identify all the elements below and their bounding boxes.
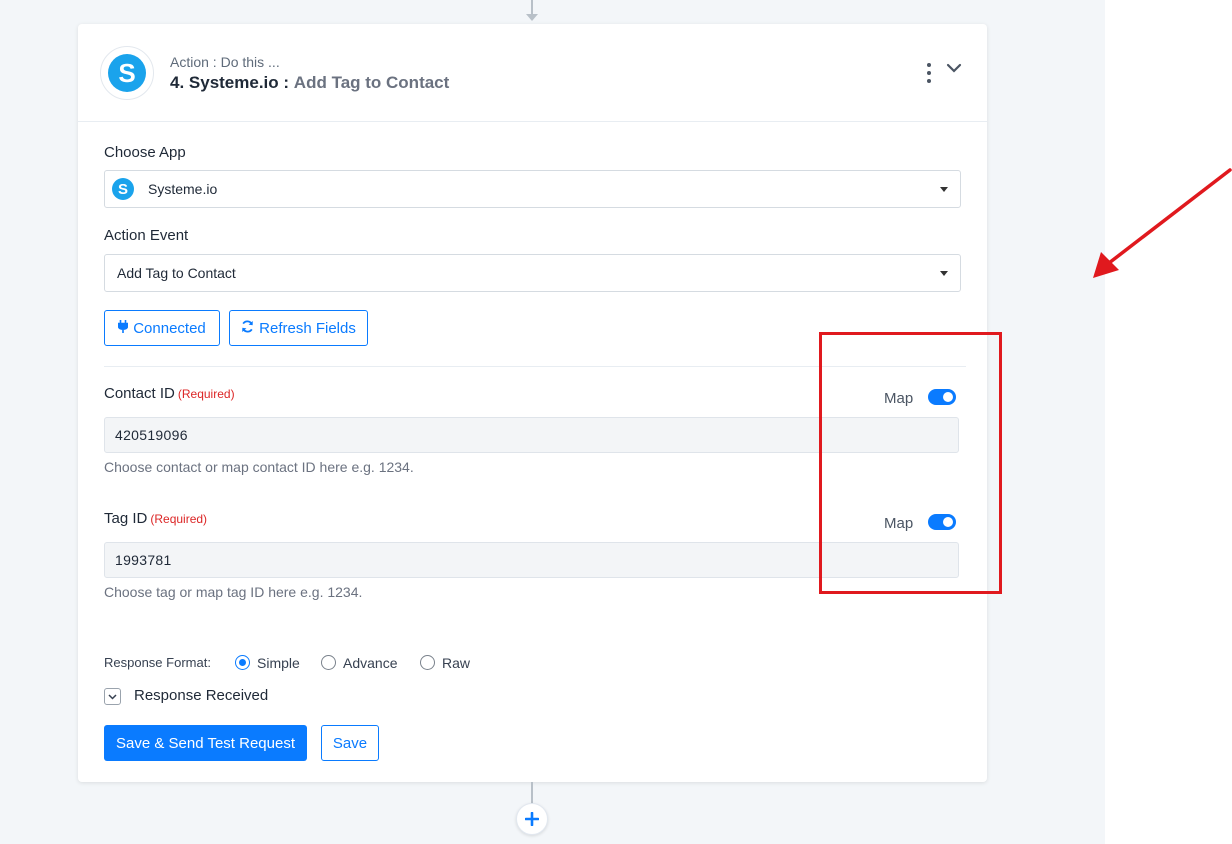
contact-id-help: Choose contact or map contact ID here e.…: [104, 459, 414, 475]
choose-app-label: Choose App: [104, 144, 186, 161]
choose-app-select[interactable]: S Systeme.io: [104, 170, 961, 208]
annotation-arrow-icon: [1093, 168, 1232, 278]
required-tag: (Required): [150, 512, 208, 526]
plug-icon: [117, 319, 129, 337]
response-format-raw-radio[interactable]: [420, 655, 435, 670]
chevron-down-icon[interactable]: [946, 60, 962, 78]
save-send-test-button[interactable]: Save & Send Test Request: [104, 725, 307, 761]
response-format-label: Response Format:: [104, 655, 211, 670]
tag-id-label: Tag ID (Required): [104, 510, 208, 527]
action-event-label: Action Event: [104, 227, 189, 244]
systeme-io-mini-logo: S: [112, 178, 134, 200]
chevron-down-icon: [108, 693, 117, 700]
step-event-name: Add Tag to Contact: [293, 73, 450, 92]
annotation-highlight-box: [819, 332, 1002, 594]
response-format-raw-label[interactable]: Raw: [442, 655, 470, 671]
response-received-label[interactable]: Response Received: [134, 687, 268, 704]
caret-down-icon: [940, 271, 948, 276]
required-tag: (Required): [177, 387, 235, 401]
save-button[interactable]: Save: [321, 725, 379, 761]
connector-arrow-down-icon: [526, 14, 538, 21]
refresh-icon: [241, 319, 254, 337]
step-number-app: 4. Systeme.io :: [170, 73, 290, 92]
refresh-fields-button[interactable]: Refresh Fields: [229, 310, 368, 346]
contact-id-label: Contact ID (Required): [104, 385, 235, 402]
more-options-icon[interactable]: [924, 63, 934, 83]
response-format-advance-radio[interactable]: [321, 655, 336, 670]
connected-button[interactable]: Connected: [104, 310, 220, 346]
step-header[interactable]: S Action : Do this ... 4. Systeme.io : A…: [78, 24, 987, 122]
step-kicker: Action : Do this ...: [170, 54, 280, 70]
caret-down-icon: [940, 187, 948, 192]
step-title: 4. Systeme.io : Add Tag to Contact: [170, 73, 449, 93]
refresh-label: Refresh Fields: [259, 319, 356, 337]
response-format-advance-label[interactable]: Advance: [343, 655, 397, 671]
action-event-select[interactable]: Add Tag to Contact: [104, 254, 961, 292]
response-received-toggle[interactable]: [104, 688, 121, 705]
response-format-simple-label[interactable]: Simple: [257, 655, 300, 671]
connected-label: Connected: [133, 319, 206, 337]
choose-app-value: Systeme.io: [148, 181, 218, 197]
response-format-simple-radio[interactable]: [235, 655, 250, 670]
tag-id-help: Choose tag or map tag ID here e.g. 1234.: [104, 584, 363, 600]
action-event-value: Add Tag to Contact: [117, 265, 236, 281]
add-step-plus-icon[interactable]: [516, 803, 548, 835]
systeme-io-logo: S: [100, 46, 154, 100]
